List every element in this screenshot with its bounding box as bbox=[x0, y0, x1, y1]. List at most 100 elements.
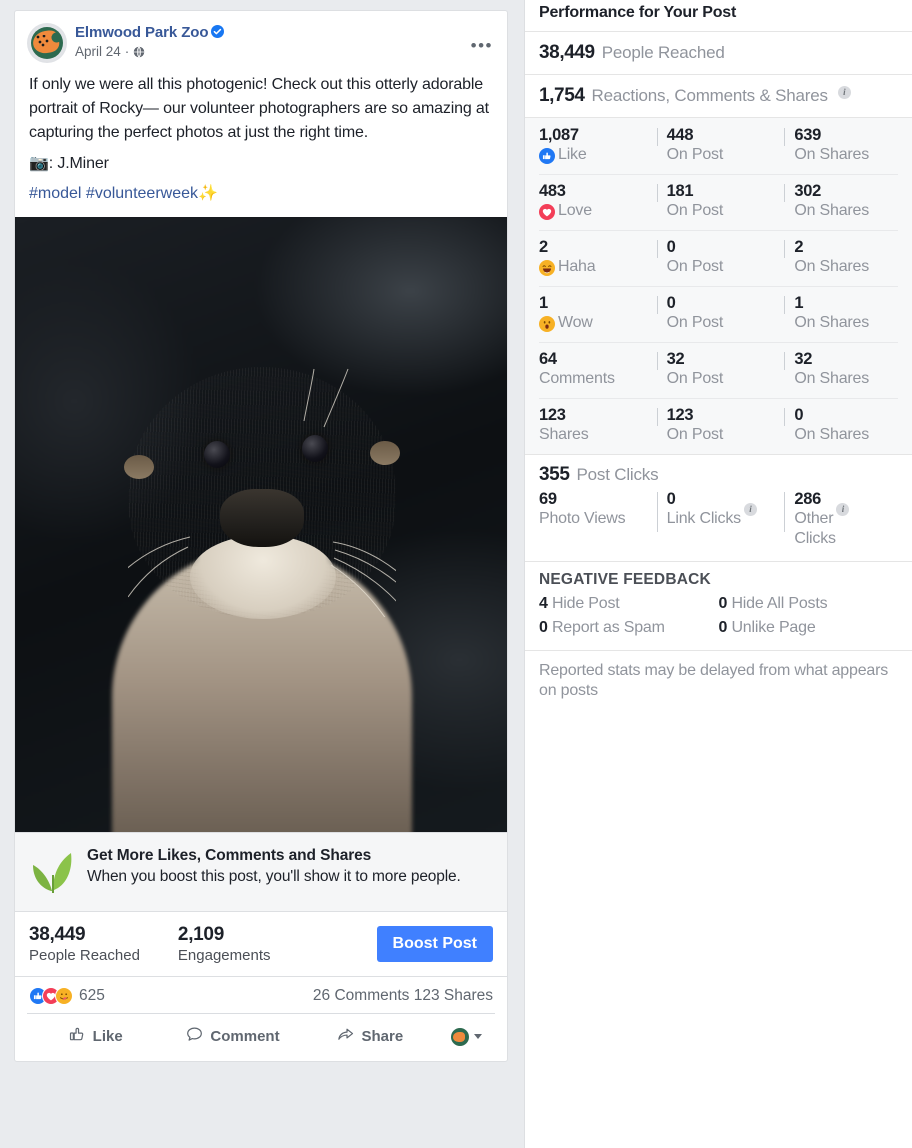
other-clicks-cell: 286 Other i Clicks bbox=[784, 490, 912, 549]
table-row: 64 Comments 32 On Post 32 On Shares bbox=[525, 342, 912, 398]
breakdown-total-value: 1 bbox=[539, 294, 548, 312]
breakdown-onpost-cell: 32 On Post bbox=[656, 350, 785, 389]
report-spam-value: 0 bbox=[539, 619, 548, 636]
breakdown-onpost-cell: 123 On Post bbox=[656, 406, 785, 445]
info-icon[interactable]: i bbox=[837, 86, 851, 99]
share-button-label: Share bbox=[361, 1028, 404, 1045]
other-clicks-value: 286 bbox=[794, 490, 821, 508]
breakdown-onshares-label: On Shares bbox=[794, 258, 870, 275]
summary-reach-label: People Reached bbox=[29, 947, 140, 964]
post-clicks-header: 355 Post Clicks bbox=[525, 455, 912, 488]
insights-engagement-row: 1,754 Reactions, Comments & Shares i bbox=[525, 75, 912, 118]
unlike-page-value: 0 bbox=[718, 619, 728, 636]
negative-feedback-section: NEGATIVE FEEDBACK 4 Hide Post 0 Hide All… bbox=[525, 562, 912, 651]
breakdown-onpost-cell: 181 On Post bbox=[656, 182, 785, 221]
breakdown-onshares-value: 639 bbox=[794, 126, 821, 144]
chevron-down-icon bbox=[474, 1034, 483, 1039]
link-clicks-label: Link Clicks bbox=[666, 510, 741, 527]
post-hashtags[interactable]: #model #volunteerweek✨ bbox=[15, 183, 507, 217]
post-clicks-section: 355 Post Clicks 69 Photo Views 0 Link Cl… bbox=[525, 455, 912, 562]
negative-feedback-item: 0 Hide All Posts bbox=[719, 592, 899, 616]
boost-promo-banner[interactable]: Get More Likes, Comments and Shares When… bbox=[15, 832, 507, 912]
share-button[interactable]: Share bbox=[302, 1020, 439, 1053]
boost-promo-title: Get More Likes, Comments and Shares bbox=[87, 847, 372, 864]
hide-post-label: Hide Post bbox=[551, 595, 620, 612]
breakdown-label: Wow bbox=[558, 314, 593, 331]
breakdown-onpost-cell: 448 On Post bbox=[656, 126, 785, 165]
photo-views-cell: 69 Photo Views bbox=[539, 490, 657, 549]
insights-reach-value: 38,449 bbox=[539, 42, 595, 63]
post-date[interactable]: April 24 bbox=[75, 44, 121, 59]
negative-feedback-grid: 4 Hide Post 0 Hide All Posts 0 Report as… bbox=[539, 592, 898, 640]
breakdown-onshares-cell: 302 On Shares bbox=[784, 182, 912, 221]
meta-separator: · bbox=[124, 44, 130, 59]
page-name[interactable]: Elmwood Park Zoo bbox=[75, 24, 209, 41]
post-insights-panel: Performance for Your Post 38,449 People … bbox=[524, 0, 912, 1148]
profile-avatar-icon bbox=[451, 1027, 470, 1046]
post-options-menu-icon[interactable]: ••• bbox=[471, 37, 493, 54]
breakdown-onshares-label: On Shares bbox=[794, 314, 870, 331]
breakdown-onshares-cell: 639 On Shares bbox=[784, 126, 912, 165]
care-reaction-icon bbox=[55, 987, 73, 1005]
boost-post-button[interactable]: Boost Post bbox=[376, 926, 493, 962]
breakdown-onshares-value: 1 bbox=[794, 294, 804, 312]
photo-views-label: Photo Views bbox=[539, 510, 626, 527]
post-photo-credit: 📷: J.Miner bbox=[29, 155, 109, 172]
breakdown-onshares-value: 302 bbox=[794, 182, 821, 200]
breakdown-onshares-label: On Shares bbox=[794, 146, 870, 163]
insights-disclaimer-note: Reported stats may be delayed from what … bbox=[539, 662, 889, 699]
post-body: If only we were all this photogenic! Che… bbox=[15, 63, 507, 176]
breakdown-total-value: 123 bbox=[539, 406, 566, 424]
negative-feedback-item: 0 Report as Spam bbox=[539, 616, 719, 640]
boost-promo-subtitle: When you boost this post, you'll show it… bbox=[87, 868, 461, 885]
wow-reaction-icon bbox=[539, 316, 555, 332]
page-avatar[interactable] bbox=[27, 23, 67, 63]
insights-engagement-value: 1,754 bbox=[539, 85, 585, 106]
photo-views-value: 69 bbox=[539, 490, 557, 508]
summary-engagements: 2,109 Engagements bbox=[178, 924, 271, 964]
table-row: 2 Haha 0 On Post 2 On Shares bbox=[525, 230, 912, 286]
post-clicks-label: Post Clicks bbox=[576, 465, 659, 484]
summary-reach: 38,449 People Reached bbox=[29, 924, 140, 964]
comments-shares-count[interactable]: 26 Comments 123 Shares bbox=[313, 987, 493, 1005]
breakdown-onshares-value: 32 bbox=[794, 350, 813, 368]
post-column: Elmwood Park Zoo April 24 · ••• If only … bbox=[0, 0, 524, 1148]
reaction-total-count: 625 bbox=[79, 987, 105, 1004]
breakdown-onshares-label: On Shares bbox=[794, 370, 870, 387]
breakdown-onpost-value: 123 bbox=[666, 406, 694, 424]
negative-feedback-title: NEGATIVE FEEDBACK bbox=[539, 571, 711, 588]
breakdown-onpost-value: 181 bbox=[666, 182, 694, 200]
info-icon[interactable]: i bbox=[836, 503, 850, 516]
post-meta: April 24 · bbox=[75, 44, 224, 59]
breakdown-onpost-label: On Post bbox=[666, 258, 724, 275]
breakdown-label: Comments bbox=[539, 370, 615, 387]
boost-promo-text: Get More Likes, Comments and Shares When… bbox=[87, 847, 461, 895]
post-header-text: Elmwood Park Zoo April 24 · bbox=[75, 23, 225, 63]
negative-feedback-item: 0 Unlike Page bbox=[719, 616, 899, 640]
breakdown-label: Love bbox=[558, 202, 592, 219]
table-row: 1,087 Like 448 On Post 639 On Shares bbox=[525, 118, 912, 174]
summary-reach-value: 38,449 bbox=[29, 924, 86, 945]
breakdown-onshares-value: 2 bbox=[794, 238, 804, 256]
share-as-selector[interactable] bbox=[439, 1027, 495, 1046]
breakdown-onshares-cell: 2 On Shares bbox=[784, 238, 912, 277]
info-icon[interactable]: i bbox=[743, 503, 757, 516]
comment-button[interactable]: Comment bbox=[164, 1020, 301, 1053]
breakdown-onshares-label: On Shares bbox=[794, 426, 870, 443]
breakdown-onpost-value: 0 bbox=[666, 294, 676, 312]
verified-badge-icon bbox=[211, 25, 225, 39]
post-photo[interactable] bbox=[15, 217, 507, 832]
breakdown-label: Like bbox=[558, 146, 587, 163]
post-body-text: If only we were all this photogenic! Che… bbox=[29, 76, 489, 141]
report-spam-label: Report as Spam bbox=[551, 619, 665, 636]
like-button[interactable]: Like bbox=[27, 1020, 164, 1053]
breakdown-total-cell: 2 Haha bbox=[539, 238, 657, 277]
breakdown-label: Shares bbox=[539, 426, 589, 443]
breakdown-total-cell: 64 Comments bbox=[539, 350, 657, 389]
reaction-icons-group[interactable]: 625 bbox=[29, 987, 105, 1005]
post-action-bar: Like Comment Share bbox=[27, 1013, 495, 1061]
thumbs-up-outline-icon bbox=[69, 1026, 86, 1047]
hide-all-posts-label: Hide All Posts bbox=[731, 595, 828, 612]
globe-icon bbox=[133, 45, 145, 58]
link-clicks-cell: 0 Link Clicks i bbox=[656, 490, 785, 549]
